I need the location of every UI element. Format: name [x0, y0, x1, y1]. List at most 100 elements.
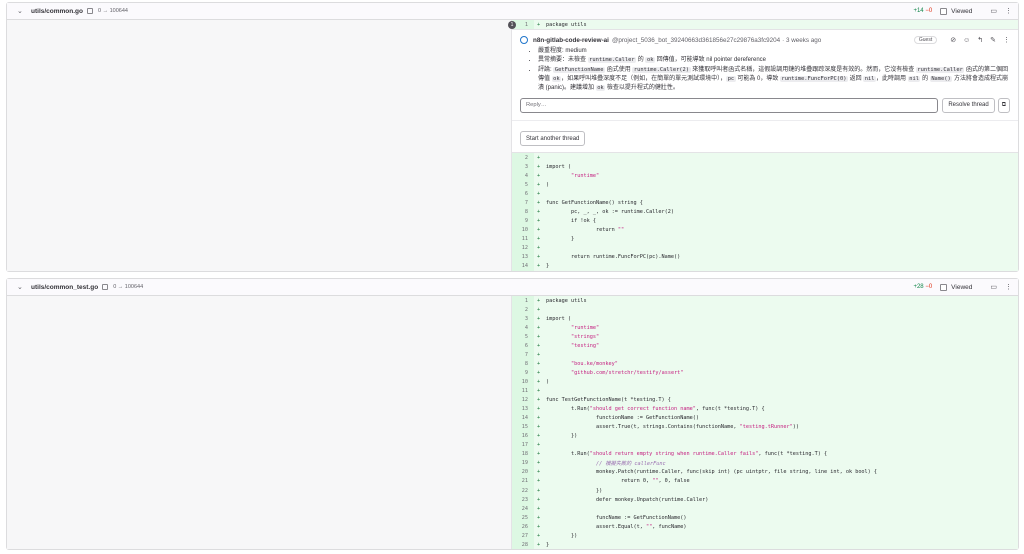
chevron-down-icon[interactable]: ⌄: [17, 7, 25, 15]
added-sign: +: [537, 306, 541, 313]
diff-line: 11 + }: [512, 234, 1018, 244]
line-number[interactable]: 16: [512, 431, 534, 441]
line-number[interactable]: 15: [512, 422, 534, 432]
added-sign: +: [537, 190, 541, 197]
added-sign: +: [537, 397, 541, 404]
viewed-checkbox[interactable]: [940, 7, 948, 15]
resolve-new-issue-icon[interactable]: ⧉: [997, 97, 1010, 113]
code-text: func GetFunctionName() string {: [546, 199, 643, 206]
code-text: }: [546, 235, 575, 242]
code-text: "strings": [571, 333, 600, 340]
more-options-icon[interactable]: ⋮: [1005, 283, 1012, 291]
edit-icon[interactable]: ✎: [990, 36, 996, 44]
resolve-check-icon[interactable]: ⊘: [950, 36, 956, 44]
line-number[interactable]: 14: [512, 261, 534, 271]
diff-stats: +28 −0: [913, 284, 932, 290]
line-number[interactable]: 13: [512, 404, 534, 414]
line-number[interactable]: 28: [512, 540, 534, 550]
line-number[interactable]: 20: [512, 467, 534, 477]
line-number[interactable]: 10: [512, 377, 534, 387]
diff-line: 5 +): [512, 180, 1018, 190]
added-sign: +: [537, 163, 541, 170]
diff-line: 4 + "runtime": [512, 323, 1018, 333]
line-number[interactable]: 4: [512, 171, 534, 181]
lines-added: +28: [913, 284, 924, 290]
line-number[interactable]: 3: [512, 314, 534, 324]
viewed-checkbox[interactable]: [940, 283, 948, 291]
code-text: }): [546, 433, 578, 440]
code-text: assert.Equal(t, "", funcName): [546, 523, 687, 530]
code-text: functionName := GetFunctionName(): [546, 415, 700, 422]
line-number[interactable]: 19: [512, 458, 534, 468]
line-number[interactable]: 12: [512, 395, 534, 405]
line-number[interactable]: 6: [512, 189, 534, 199]
avatar[interactable]: [520, 36, 528, 45]
file-name[interactable]: utils/common_test.go: [31, 284, 98, 291]
line-number[interactable]: 24: [512, 504, 534, 514]
emoji-icon[interactable]: ☺: [963, 37, 970, 44]
added-sign: +: [537, 263, 541, 270]
copy-icon[interactable]: [102, 284, 109, 290]
line-number[interactable]: 5: [512, 180, 534, 190]
comment-icon[interactable]: ▭: [990, 283, 997, 291]
line-number[interactable]: 22: [512, 485, 534, 496]
author-handle[interactable]: @project_5036_bot_39240663d361856e27c298…: [612, 37, 780, 44]
resolve-thread-button[interactable]: Resolve thread: [942, 97, 995, 113]
line-number[interactable]: 1: [512, 296, 534, 306]
viewed-toggle[interactable]: Viewed: [940, 7, 973, 15]
line-number[interactable]: 26: [512, 522, 534, 532]
more-actions-icon[interactable]: ⋮: [1003, 36, 1010, 44]
left-pane: [7, 296, 512, 550]
comment-count-badge[interactable]: 1: [508, 21, 516, 29]
line-number[interactable]: 8: [512, 207, 534, 217]
added-sign: +: [537, 333, 541, 340]
line-number[interactable]: 18: [512, 449, 534, 459]
diff-line: 10 + return "": [512, 225, 1018, 235]
code-text: package utils: [546, 297, 587, 304]
line-number[interactable]: 25: [512, 513, 534, 523]
line-number[interactable]: 13: [512, 252, 534, 262]
added-sign: +: [537, 406, 541, 413]
line-number[interactable]: 7: [512, 198, 534, 208]
line-number[interactable]: 23: [512, 495, 534, 505]
line-number[interactable]: 11: [512, 386, 534, 396]
start-another-thread-button[interactable]: Start another thread: [520, 131, 586, 147]
file-name[interactable]: utils/common.go: [31, 8, 83, 15]
line-number[interactable]: 10: [512, 225, 534, 235]
line-number[interactable]: 17: [512, 440, 534, 450]
line-number[interactable]: 3: [512, 162, 534, 172]
line-number[interactable]: 2: [512, 153, 534, 163]
diff-line: 6 + "testing": [512, 341, 1018, 351]
code-text: // 模擬失敗的 callerFunc: [595, 460, 666, 467]
line-number[interactable]: 5: [512, 332, 534, 342]
code-text: }: [546, 263, 550, 270]
author-name[interactable]: n8n-gitlab-code-review-ai: [533, 37, 609, 44]
line-number[interactable]: 7: [512, 350, 534, 360]
added-sign: +: [537, 342, 541, 349]
chevron-down-icon[interactable]: ⌄: [17, 283, 25, 291]
line-number[interactable]: 11: [512, 234, 534, 244]
line-number[interactable]: 2: [512, 305, 534, 315]
diff-line: 24 +: [512, 504, 1018, 514]
line-number[interactable]: 4: [512, 323, 534, 333]
line-number[interactable]: 12: [512, 243, 534, 253]
line-number[interactable]: 8: [512, 359, 534, 369]
line-number[interactable]: 9: [512, 216, 534, 226]
line-number[interactable]: 14: [512, 413, 534, 423]
added-sign: +: [537, 532, 541, 539]
comment-icon[interactable]: ▭: [990, 7, 997, 15]
line-number[interactable]: 6: [512, 341, 534, 351]
copy-icon[interactable]: [87, 8, 93, 14]
added-sign: +: [537, 378, 541, 385]
line-number[interactable]: 21: [512, 476, 534, 486]
viewed-toggle[interactable]: Viewed: [940, 283, 972, 291]
viewed-label: Viewed: [951, 7, 973, 15]
more-options-icon[interactable]: ⋮: [1005, 7, 1012, 15]
line-number[interactable]: 27: [512, 531, 534, 541]
note-time[interactable]: · 3 weeks ago: [782, 37, 821, 44]
line-number[interactable]: 9: [512, 368, 534, 378]
code-text: "runtime": [571, 172, 600, 179]
reply-input[interactable]: Reply…: [520, 97, 939, 113]
reply-icon[interactable]: ↰: [977, 36, 983, 44]
added-sign: +: [537, 208, 541, 215]
